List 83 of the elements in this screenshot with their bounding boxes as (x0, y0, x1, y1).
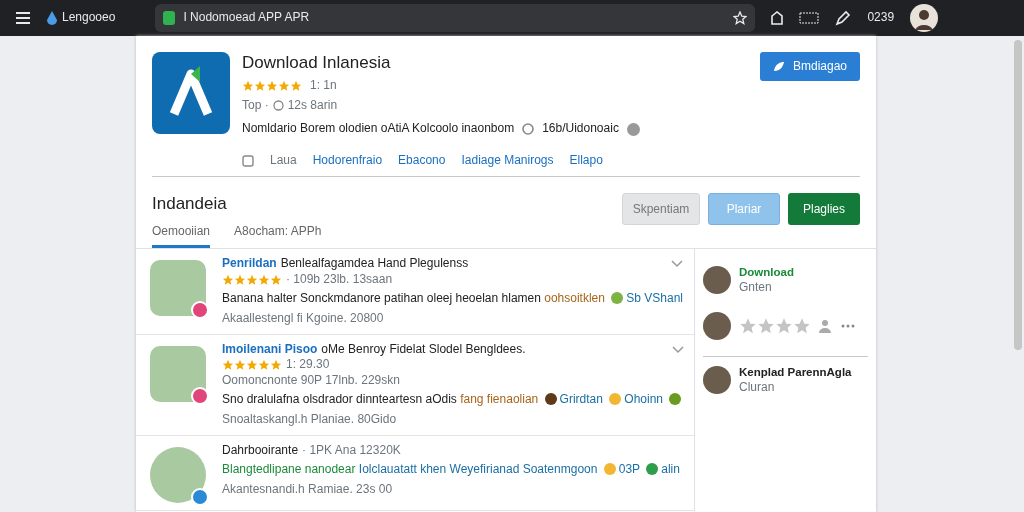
avatar-picture (703, 365, 731, 394)
review-text: Sno dralulafna olsdrador dinnteartesn aOdis (222, 392, 457, 407)
review-meta: · 109b 23lb. 13saan (286, 271, 393, 288)
meta-value: 12s 8arin (287, 97, 338, 114)
star-icon (270, 358, 282, 371)
star-icon (258, 273, 270, 286)
star-icon (775, 316, 793, 335)
star-icon (793, 316, 811, 335)
avatar-icon[interactable] (910, 4, 939, 32)
star-icon (246, 273, 258, 286)
review-text: fang fienaolian (460, 392, 539, 407)
chevron-down-icon[interactable] (671, 260, 684, 269)
star-icon (234, 358, 246, 371)
contact-name[interactable]: Download (739, 265, 794, 281)
drop-icon (46, 11, 58, 25)
home-icon[interactable] (771, 11, 784, 25)
star-icon[interactable] (733, 11, 748, 25)
review-text: Sb VShanl (626, 291, 684, 306)
review-meta: 1: 29.30 (286, 357, 330, 373)
review-meta: Oomoncnonte 90P 17lnb. 229skn (222, 372, 401, 389)
brand-name: Lengooeo (62, 10, 116, 26)
rating-text: 1: 1n (310, 78, 337, 94)
avatar-picture (703, 266, 731, 295)
review-text: Ohoinn (624, 392, 663, 407)
tag-link[interactable]: Ebacono (398, 152, 446, 169)
action-button[interactable]: Skpentiam (622, 193, 700, 226)
address-text: I Nodomoead APP APR (183, 10, 311, 26)
star-icon (266, 79, 278, 92)
menu-icon[interactable] (16, 12, 30, 24)
review-author[interactable]: Dahrbooirante (222, 442, 299, 459)
tag-link[interactable]: Iadiage Manirogs (461, 152, 554, 169)
review-text: 03P (618, 462, 640, 477)
star-icon (258, 358, 270, 371)
star-icon (739, 316, 757, 335)
review-text: Blangtedlipane nanodear (222, 462, 356, 477)
review-date: Akaallestengl fi Kgoine. 20800 (222, 310, 385, 327)
app-title: Download Inlanesia (242, 52, 392, 74)
review-author[interactable]: Imoilenani Pisoo (222, 341, 318, 358)
description-extra: 16b/Uidonoaic (542, 121, 619, 137)
more-icon[interactable] (841, 323, 855, 328)
contact-name[interactable]: Kenplad ParennAgla (739, 364, 852, 380)
tag-link[interactable]: Ellapo (569, 152, 603, 169)
tag-link[interactable]: Laua (270, 152, 297, 169)
address-bar[interactable]: I Nodomoead APP APR (155, 4, 756, 32)
contact-status: Cluran (739, 379, 776, 396)
pen-icon[interactable] (835, 10, 852, 26)
star-icon (234, 273, 246, 286)
section-title: Indandeia (152, 193, 228, 216)
app-description: Nomldario Borem olodien oAtiA Kolcoolo inaonbom (242, 121, 515, 137)
review-text: Iolclauatatt khen Weyefirianad Soatenmgoon (358, 462, 598, 477)
star-icon (222, 358, 234, 371)
star-icon (246, 358, 258, 371)
review-date: Akantesnandi.h Ramiae. 23s 00 (222, 481, 394, 498)
install-button[interactable]: Bmdiagao (760, 52, 860, 81)
star-icon (270, 273, 282, 286)
leaf-icon (772, 61, 785, 72)
star-icon (290, 79, 302, 92)
avatar-picture (703, 311, 731, 340)
star-icon (254, 79, 266, 92)
review-text: Grirdtan (559, 392, 603, 407)
clock-time: 0239 (867, 10, 895, 26)
action-button[interactable]: Plaglies (788, 193, 860, 226)
tab[interactable]: A8ocham: APPh (234, 223, 322, 249)
tag-link[interactable]: Hodorenfraio (312, 152, 383, 169)
info-icon (626, 122, 640, 136)
review-date: Snoaltaskangl.h Planiae. 80Gido (222, 411, 398, 428)
scrollbar[interactable] (1014, 40, 1022, 350)
review-title: oMe Benroy Fidelat Slodel Bengldees. (321, 341, 526, 358)
star-icon (278, 79, 290, 92)
review-author[interactable]: Penrildan (222, 256, 277, 272)
review-text: Banana halter Sonckmdanore patihan oleej heoelan hlamen (222, 291, 541, 306)
app-logo-icon (152, 52, 230, 134)
review-meta: · 1PK Ana 12320K (302, 442, 401, 459)
review-title: Benlealfagamdea Hand Plegulenss (280, 256, 469, 272)
contact-status: Gnten (739, 280, 773, 296)
review-text: oohsoitklen (544, 291, 605, 306)
review-text: alin (661, 462, 680, 477)
meta-label: Top · (242, 97, 269, 114)
tab[interactable]: Oemooiian (152, 223, 211, 249)
star-icon (757, 316, 775, 335)
chevron-down-icon[interactable] (672, 345, 685, 354)
star-icon (222, 273, 234, 286)
star-icon (242, 79, 254, 92)
